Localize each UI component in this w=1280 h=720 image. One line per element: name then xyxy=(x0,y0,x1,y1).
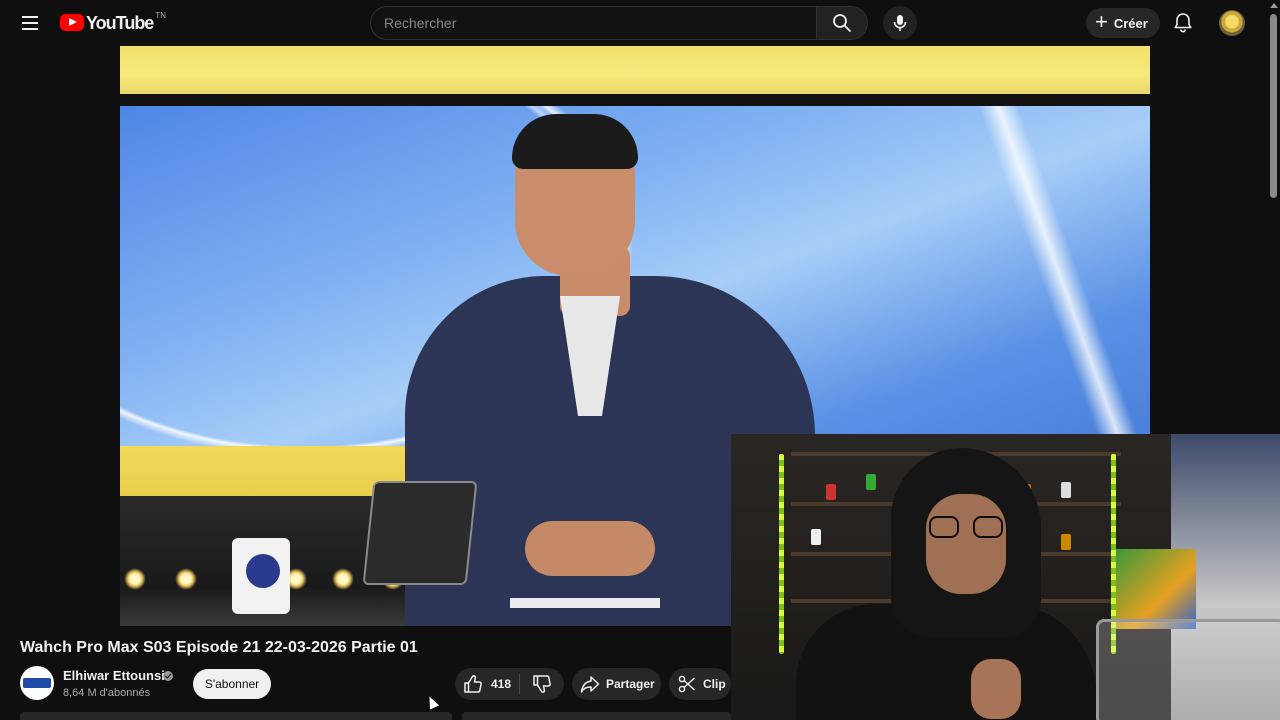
description-box[interactable] xyxy=(20,712,452,720)
like-dislike-group: 418 xyxy=(455,668,564,700)
led-strip xyxy=(779,454,784,654)
stage-light xyxy=(124,568,146,590)
like-button[interactable]: 418 xyxy=(455,668,519,700)
shelf-figure xyxy=(1061,534,1071,550)
share-button[interactable]: Partager xyxy=(572,668,661,700)
room-poster xyxy=(1116,549,1196,629)
hamburger-menu-icon[interactable] xyxy=(20,12,40,34)
mug-logo xyxy=(246,554,280,588)
notifications-button[interactable] xyxy=(1171,11,1195,35)
clip-label: Clip xyxy=(703,677,726,691)
video-title: Wahch Pro Max S03 Episode 21 22-03-2026 … xyxy=(20,639,418,656)
thumbs-up-icon xyxy=(464,675,482,693)
scroll-up-arrow-icon[interactable] xyxy=(1270,3,1278,8)
mouse-cursor-icon xyxy=(424,694,440,710)
bell-icon xyxy=(1174,13,1192,33)
desk-paper xyxy=(510,598,660,608)
streamer-glasses xyxy=(929,516,1003,538)
create-label: Créer xyxy=(1113,15,1148,31)
voice-search-button[interactable] xyxy=(883,6,917,40)
room-chair xyxy=(1096,619,1280,720)
shelf-figure xyxy=(1061,482,1071,498)
verified-badge-icon xyxy=(163,671,173,681)
scissors-icon xyxy=(678,675,695,693)
dislike-button[interactable] xyxy=(520,668,564,700)
microphone-icon xyxy=(893,15,907,31)
create-button[interactable]: + Créer xyxy=(1086,8,1160,38)
region-code: TN xyxy=(155,11,166,20)
masthead: YouTube TN + Créer xyxy=(0,0,1268,46)
webcam-overlay xyxy=(731,434,1280,720)
channel-name[interactable]: Elhiwar Ettounsi xyxy=(63,668,165,683)
streamer-hand xyxy=(971,659,1021,719)
host-hands xyxy=(525,521,655,576)
youtube-play-icon xyxy=(60,14,84,31)
clip-button[interactable]: Clip xyxy=(669,668,731,700)
video-frame-band xyxy=(120,94,1150,106)
subscribe-button[interactable]: S'abonner xyxy=(193,669,271,699)
stage-light xyxy=(175,568,197,590)
channel-avatar[interactable] xyxy=(20,666,54,700)
thumbs-down-icon xyxy=(533,675,551,693)
search-button[interactable] xyxy=(816,6,868,40)
share-label: Partager xyxy=(606,677,655,691)
plus-icon: + xyxy=(1095,9,1108,34)
video-frame-top-panel xyxy=(120,46,1150,94)
secondary-panel[interactable] xyxy=(462,712,731,720)
stage-light xyxy=(332,568,354,590)
youtube-logo[interactable]: YouTube TN xyxy=(60,11,166,35)
shelf-figure xyxy=(866,474,876,490)
host-hair xyxy=(512,114,638,169)
logo-text: YouTube xyxy=(86,13,154,33)
scrollbar-thumb[interactable] xyxy=(1270,14,1277,198)
shelf-figure xyxy=(811,529,821,545)
share-arrow-icon xyxy=(580,676,600,693)
subscriber-count: 8,64 M d'abonnés xyxy=(63,687,151,699)
search-icon xyxy=(833,14,851,32)
streamer-face xyxy=(926,494,1006,594)
desk-phone xyxy=(362,481,478,585)
shelf-figure xyxy=(826,484,836,500)
search-input[interactable] xyxy=(371,7,804,39)
like-count: 418 xyxy=(491,677,512,691)
search-box xyxy=(370,6,816,40)
account-avatar[interactable] xyxy=(1219,10,1245,36)
